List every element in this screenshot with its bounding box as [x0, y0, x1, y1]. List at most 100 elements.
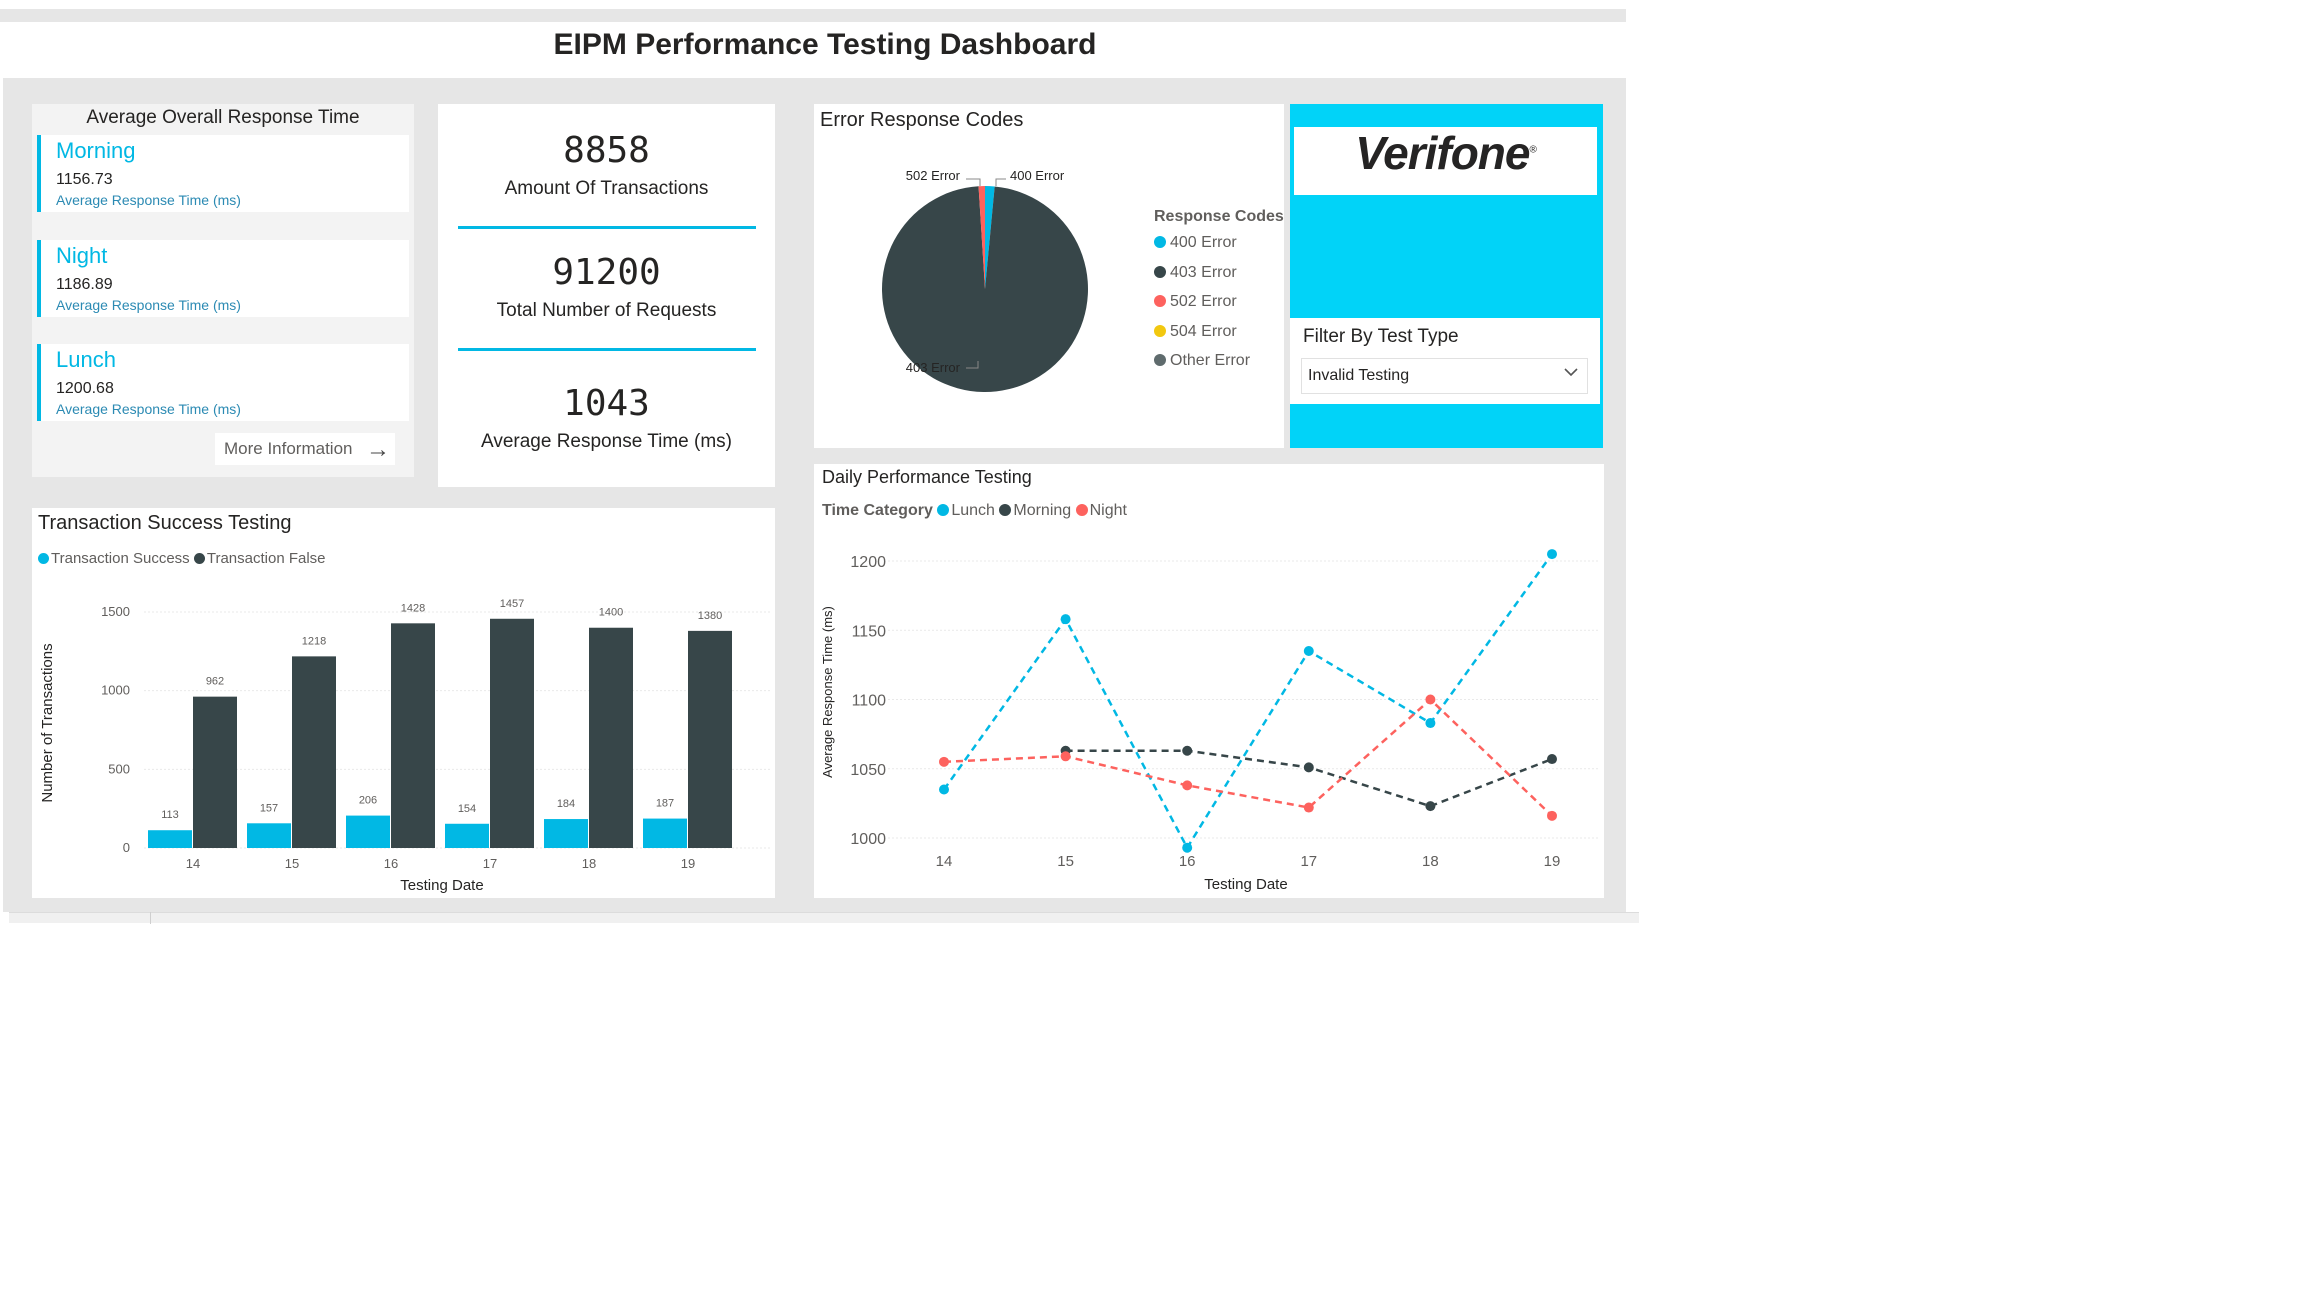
bar[interactable]	[346, 815, 390, 848]
legend-dot	[1154, 266, 1166, 278]
kpi-requests: 91200 Total Number of Requests	[438, 252, 775, 322]
series-line[interactable]	[942, 553, 1554, 851]
data-point[interactable]	[1182, 780, 1193, 791]
data-point[interactable]	[1060, 614, 1071, 625]
top-strip	[0, 9, 1626, 22]
legend-dot	[1154, 236, 1166, 248]
data-point[interactable]	[1425, 801, 1436, 812]
bar[interactable]	[148, 830, 192, 848]
legend-400[interactable]: 400 Error	[1154, 234, 1237, 252]
pie-label-403: 403 Error	[906, 360, 961, 375]
legend-dot	[1154, 354, 1166, 366]
bar[interactable]	[445, 823, 489, 848]
bar-data-label: 1400	[599, 607, 623, 619]
bar[interactable]	[544, 819, 588, 848]
morning-card[interactable]: Morning 1156.73 Average Response Time (m…	[37, 135, 409, 212]
data-point[interactable]	[939, 756, 949, 767]
data-point[interactable]	[1547, 810, 1557, 821]
page-tab-bar	[9, 912, 1639, 923]
x-tick-label: 19	[681, 856, 695, 871]
lunch-card[interactable]: Lunch 1200.68 Average Response Time (ms)	[37, 344, 409, 421]
data-point[interactable]	[1303, 646, 1314, 657]
kpi-response-caption: Average Response Time (ms)	[481, 431, 732, 452]
data-point[interactable]	[1425, 694, 1436, 705]
lunch-value: 1200.68	[56, 380, 114, 397]
kpi-card: 8858 Amount Of Transactions 91200 Total …	[438, 104, 775, 487]
legend-label: 502 Error	[1170, 293, 1237, 310]
data-point[interactable]	[1547, 754, 1557, 765]
bar[interactable]	[688, 630, 732, 848]
bar-data-label: 157	[260, 802, 278, 814]
page-tab-divider	[150, 912, 151, 924]
bar-chart: 113 962 157 1218 206 1428 154 1457 184 1400 187 138…	[39, 598, 772, 894]
kpi-requests-caption: Total Number of Requests	[496, 300, 717, 321]
kpi-divider	[458, 226, 756, 229]
bar[interactable]	[292, 656, 336, 848]
error-codes-card: Error Response Codes 502 Error 400 Error…	[814, 104, 1284, 448]
night-label: Average Response Time (ms)	[56, 297, 241, 313]
y-tick-label: 1150	[852, 623, 887, 640]
legend-502[interactable]: 502 Error	[1154, 293, 1237, 311]
y-tick-label: 0	[123, 840, 130, 855]
filter-dropdown[interactable]: Invalid Testing	[1301, 358, 1588, 394]
lunch-name: Lunch	[56, 347, 116, 372]
morning-label: Average Response Time (ms)	[56, 192, 241, 208]
kpi-response: 1043 Average Response Time (ms)	[438, 383, 775, 453]
bar[interactable]	[490, 618, 534, 848]
line-chart: 1000 1050 1100 1150 1200 14 15 16 17 18 19 Testing …	[820, 549, 1598, 893]
night-card[interactable]: Night 1186.89 Average Response Time (ms)	[37, 240, 409, 317]
bar-data-label: 962	[206, 676, 224, 688]
bar-data-label: 1218	[302, 635, 326, 647]
verifone-logo: Verifone®	[1294, 126, 1597, 180]
bar[interactable]	[391, 623, 435, 848]
data-point[interactable]	[1182, 745, 1193, 756]
logo-registered-mark: ®	[1529, 144, 1536, 156]
bar-data-label: 154	[458, 803, 476, 815]
transaction-success-card: Transaction Success Testing Transaction …	[32, 508, 775, 898]
x-tick-label: 15	[285, 856, 299, 871]
bar-data-label: 113	[161, 809, 179, 821]
y-tick-label: 1050	[850, 762, 886, 779]
morning-name: Morning	[56, 138, 136, 163]
bar[interactable]	[589, 627, 633, 848]
leader-line	[966, 178, 981, 186]
series-line[interactable]	[1065, 749, 1553, 808]
y-tick-label: 1500	[101, 604, 130, 619]
legend-403[interactable]: 403 Error	[1154, 264, 1237, 282]
data-point[interactable]	[1060, 751, 1071, 762]
legend-dot	[1154, 325, 1166, 337]
legend-other[interactable]: Other Error	[1154, 352, 1250, 370]
y-tick-label: 1000	[850, 831, 886, 848]
x-tick-label: 14	[936, 853, 953, 870]
kpi-response-value: 1043	[563, 383, 650, 424]
data-point[interactable]	[1303, 802, 1314, 813]
data-point[interactable]	[1547, 549, 1557, 560]
x-tick-label: 15	[1057, 853, 1074, 870]
kpi-requests-value: 91200	[552, 252, 661, 293]
series-line[interactable]	[943, 697, 1553, 817]
more-information-label: More Information	[224, 439, 353, 458]
legend-label: 400 Error	[1170, 234, 1237, 251]
x-axis-title: Testing Date	[1204, 876, 1287, 893]
more-information-button[interactable]: More Information →	[215, 433, 395, 465]
daily-performance-card: Daily Performance Testing Time Category …	[814, 464, 1604, 898]
x-tick-label: 18	[1422, 853, 1439, 870]
average-response-title: Average Overall Response Time	[86, 107, 360, 128]
bar[interactable]	[643, 818, 687, 848]
bar-data-label: 184	[557, 798, 575, 810]
filter-slicer: Filter By Test Type Invalid Testing	[1290, 318, 1600, 404]
filter-selected-value: Invalid Testing	[1308, 367, 1410, 384]
data-point[interactable]	[1182, 842, 1193, 853]
y-tick-label: 1000	[101, 683, 130, 698]
data-point[interactable]	[1303, 762, 1314, 773]
bar-data-label: 1380	[698, 610, 722, 622]
bar[interactable]	[247, 823, 291, 848]
data-point[interactable]	[939, 784, 949, 795]
night-name: Night	[56, 243, 108, 268]
bar[interactable]	[193, 696, 237, 848]
legend-504[interactable]: 504 Error	[1154, 323, 1237, 341]
y-tick-label: 1100	[852, 693, 887, 710]
data-point[interactable]	[1425, 718, 1436, 729]
kpi-divider	[458, 348, 756, 351]
y-tick-label: 1200	[850, 554, 886, 571]
